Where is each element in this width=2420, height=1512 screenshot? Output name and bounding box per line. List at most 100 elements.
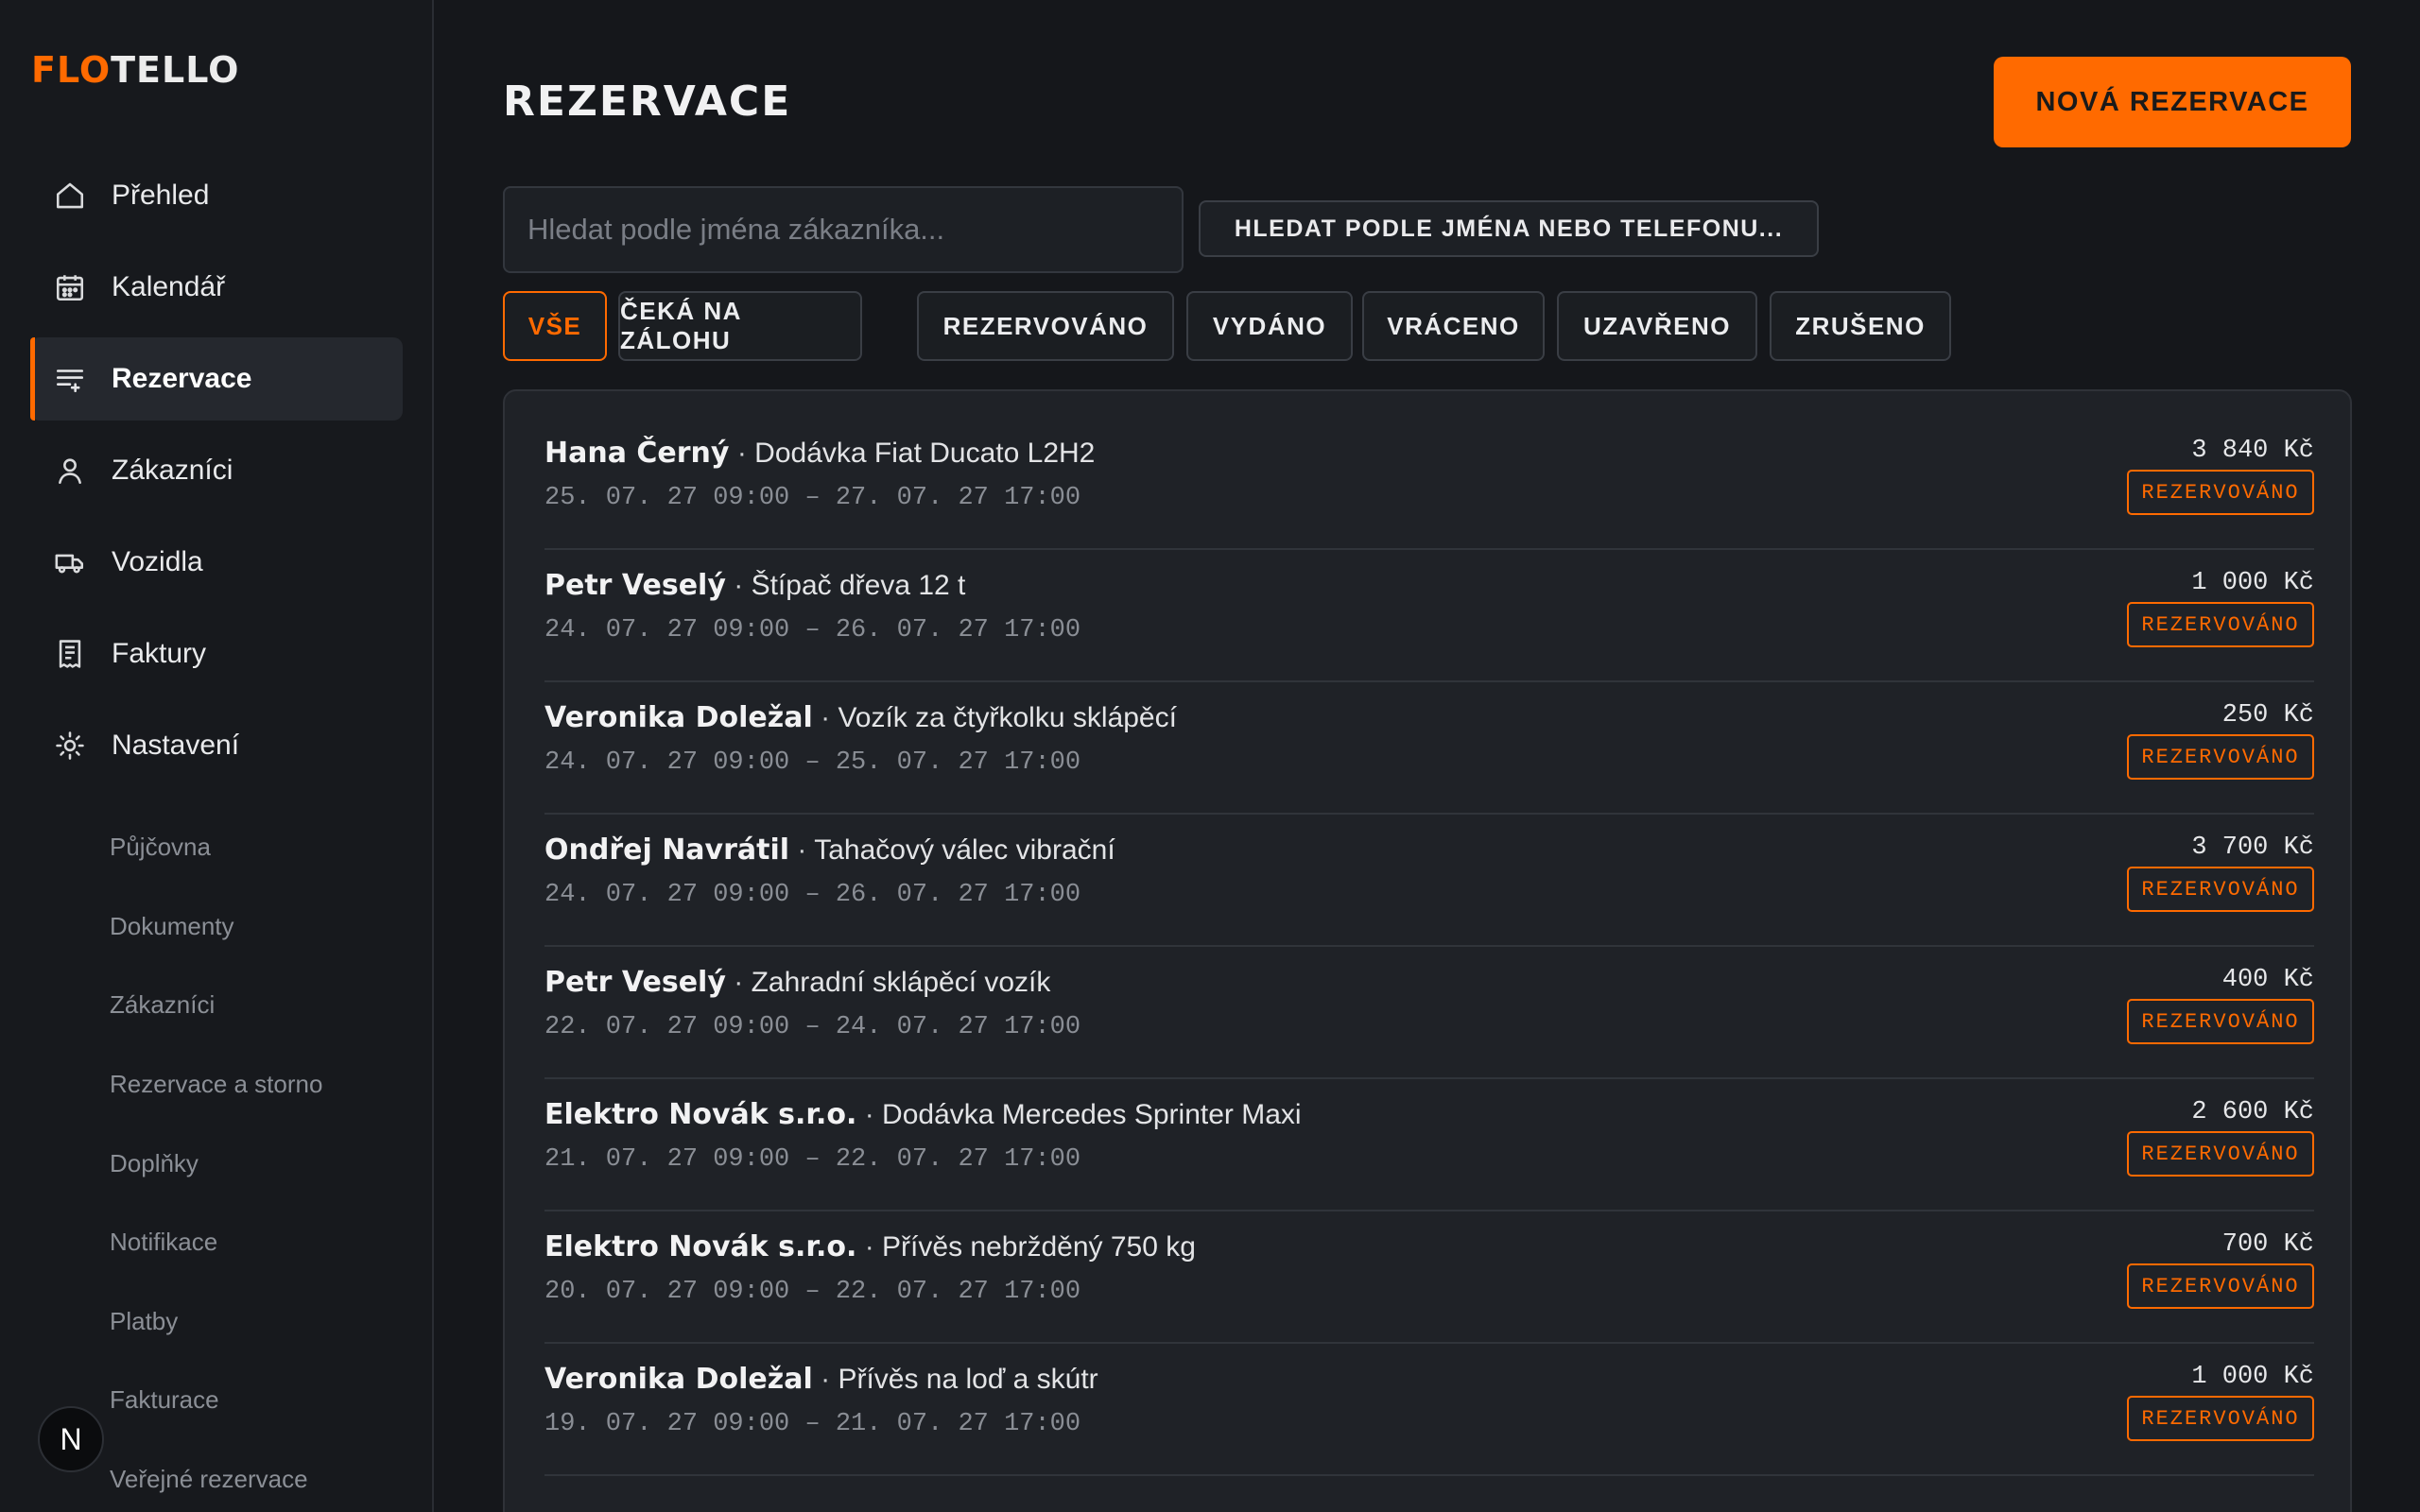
sidebar-item-vozidla[interactable]: Vozidla [30, 521, 403, 604]
table-row[interactable]: Elektro Novák s.r.o. · Přívěs nebržděný … [544, 1211, 2314, 1344]
rental-dates: 21. 07. 27 09:00 – 22. 07. 27 17:00 [544, 1145, 1081, 1174]
status-badge: REZERVOVÁNO [2127, 867, 2314, 912]
table-row[interactable]: Veronika Doležal · Přívěs na loď a skútr… [544, 1344, 2314, 1476]
subnav-item-platby[interactable]: Platby [110, 1282, 322, 1362]
subnav-item-doplnky[interactable]: Doplňky [110, 1124, 322, 1203]
rental-item: Přívěs na loď a skútr [838, 1364, 1098, 1395]
customer-name: Veronika Doležal [544, 1363, 813, 1396]
separator-dot: · [734, 570, 744, 601]
rental-item: Zahradní sklápěcí vozík [751, 967, 1051, 998]
avatar[interactable]: N [38, 1406, 104, 1472]
row-separator: · [726, 570, 752, 601]
brand-logo-part1: FLO [31, 49, 112, 91]
sidebar: FLOTELLO Přehled Kalendář Rezervace Záka… [0, 0, 434, 1512]
customer-name: Veronika Doležal [544, 701, 813, 734]
filter-chip-all[interactable]: VŠE [503, 291, 607, 361]
rental-item: Vozík za čtyřkolku sklápěcí [838, 702, 1177, 733]
status-badge: REZERVOVÁNO [2127, 470, 2314, 515]
row-title: Petr Veselý · Zahradní sklápěcí vozík [544, 966, 1050, 999]
rental-price: 3 840 Kč [2191, 437, 2314, 465]
truck-icon [53, 545, 87, 579]
rental-dates: 24. 07. 27 09:00 – 26. 07. 27 17:00 [544, 881, 1081, 909]
rental-price: 1 000 Kč [2191, 569, 2314, 597]
search-input[interactable] [503, 186, 1184, 273]
subnav-item-pujcovna[interactable]: Půjčovna [110, 808, 322, 887]
gear-icon [53, 729, 87, 763]
row-separator: · [813, 1364, 838, 1395]
customer-name: Elektro Novák s.r.o. [544, 1230, 857, 1263]
sidebar-item-label: Přehled [112, 180, 210, 211]
table-row[interactable]: Elektro Novák s.r.o. · Dodávka Mercedes … [544, 1079, 2314, 1211]
customer-name: Petr Veselý [544, 569, 726, 602]
rental-price: 3 700 Kč [2191, 833, 2314, 862]
status-badge: REZERVOVÁNO [2127, 734, 2314, 780]
sidebar-nav: Přehled Kalendář Rezervace Zákazníci Voz… [30, 154, 403, 796]
subnav-item-dokumenty[interactable]: Dokumenty [110, 887, 322, 967]
sidebar-item-zakaznici[interactable]: Zákazníci [30, 429, 403, 512]
customer-name: Petr Veselý [544, 966, 726, 999]
rental-item: Dodávka Fiat Ducato L2H2 [754, 438, 1096, 469]
row-title: Veronika Doležal · Přívěs na loď a skútr [544, 1363, 1098, 1396]
rental-dates: 22. 07. 27 09:00 – 24. 07. 27 17:00 [544, 1013, 1081, 1041]
rental-dates: 25. 07. 27 09:00 – 27. 07. 27 17:00 [544, 484, 1081, 512]
row-separator: · [813, 702, 838, 733]
receipt-icon [53, 637, 87, 671]
brand-logo[interactable]: FLOTELLO [31, 49, 239, 91]
new-reservation-button[interactable]: NOVÁ REZERVACE [1994, 57, 2351, 147]
customer-name: Elektro Novák s.r.o. [544, 1098, 857, 1131]
separator-dot: · [734, 967, 744, 998]
sidebar-item-prehled[interactable]: Přehled [30, 154, 403, 237]
brand-logo-part2: TELLO [111, 49, 240, 91]
row-title: Elektro Novák s.r.o. · Přívěs nebržděný … [544, 1230, 1196, 1263]
row-separator: · [856, 1099, 882, 1130]
page-title: REZERVACE [503, 77, 792, 126]
search-by-name-phone-button[interactable]: HLEDAT PODLE JMÉNA NEBO TELEFONU... [1199, 200, 1819, 257]
rental-dates: 19. 07. 27 09:00 – 21. 07. 27 17:00 [544, 1410, 1081, 1438]
subnav-item-verejne-rezervace[interactable]: Veřejné rezervace [110, 1440, 322, 1512]
filter-chip-closed[interactable]: UZAVŘENO [1557, 291, 1757, 361]
user-icon [53, 454, 87, 488]
filter-chip-reserved[interactable]: REZERVOVÁNO [917, 291, 1174, 361]
row-separator: · [729, 438, 754, 469]
subnav-item-notifikace[interactable]: Notifikace [110, 1203, 322, 1282]
status-badge: REZERVOVÁNO [2127, 999, 2314, 1044]
status-badge: REZERVOVÁNO [2127, 602, 2314, 647]
rental-dates: 24. 07. 27 09:00 – 25. 07. 27 17:00 [544, 748, 1081, 777]
sidebar-item-rezervace[interactable]: Rezervace [30, 337, 403, 421]
row-title: Ondřej Navrátil · Tahačový válec vibračn… [544, 833, 1115, 867]
table-row[interactable]: Petr Veselý · Štípač dřeva 12 t 24. 07. 2… [544, 550, 2314, 682]
sidebar-item-kalendar[interactable]: Kalendář [30, 246, 403, 329]
sidebar-item-nastaveni[interactable]: Nastavení [30, 704, 403, 787]
filter-chip-awaiting-deposit[interactable]: ČEKÁ NA ZÁLOHU [618, 291, 862, 361]
filter-chip-issued[interactable]: VYDÁNO [1186, 291, 1353, 361]
home-icon [53, 179, 87, 213]
separator-dot: · [736, 438, 747, 469]
rental-item: Přívěs nebržděný 750 kg [882, 1231, 1196, 1263]
row-title: Petr Veselý · Štípač dřeva 12 t [544, 569, 965, 602]
table-row[interactable]: Hana Černý · Dodávka Fiat Ducato L2H2 25.… [544, 418, 2314, 550]
sidebar-item-label: Zákazníci [112, 455, 233, 486]
sidebar-item-label: Rezervace [112, 363, 252, 394]
sidebar-item-label: Vozidla [112, 546, 203, 577]
sidebar-item-label: Faktury [112, 638, 207, 669]
rental-price: 250 Kč [2221, 701, 2314, 730]
filter-chip-returned[interactable]: VRÁCENO [1362, 291, 1545, 361]
row-separator: · [856, 1231, 882, 1263]
subnav-item-fakturace[interactable]: Fakturace [110, 1361, 322, 1440]
row-separator: · [726, 967, 752, 998]
filter-chip-cancelled[interactable]: ZRUŠENO [1770, 291, 1951, 361]
rental-dates: 20. 07. 27 09:00 – 22. 07. 27 17:00 [544, 1278, 1081, 1306]
separator-dot: · [821, 1364, 831, 1395]
row-title: Hana Černý · Dodávka Fiat Ducato L2H2 [544, 437, 1095, 470]
subnav-item-rezervace-storno[interactable]: Rezervace a storno [110, 1045, 322, 1125]
sidebar-item-label: Nastavení [112, 730, 240, 761]
table-row[interactable]: Ondřej Navrátil · Tahačový válec vibračn… [544, 815, 2314, 947]
subnav-item-zakaznici[interactable]: Zákazníci [110, 966, 322, 1045]
sidebar-item-faktury[interactable]: Faktury [30, 612, 403, 696]
rental-item: Dodávka Mercedes Sprinter Maxi [882, 1099, 1302, 1130]
settings-subnav: Půjčovna Dokumenty Zákazníci Rezervace a… [110, 808, 322, 1512]
table-row[interactable]: Petr Veselý · Zahradní sklápěcí vozík 22.… [544, 947, 2314, 1079]
table-row[interactable]: Veronika Doležal · Vozík za čtyřkolku sk… [544, 682, 2314, 815]
rental-dates: 24. 07. 27 09:00 – 26. 07. 27 17:00 [544, 616, 1081, 644]
customer-name: Hana Černý [544, 437, 730, 470]
